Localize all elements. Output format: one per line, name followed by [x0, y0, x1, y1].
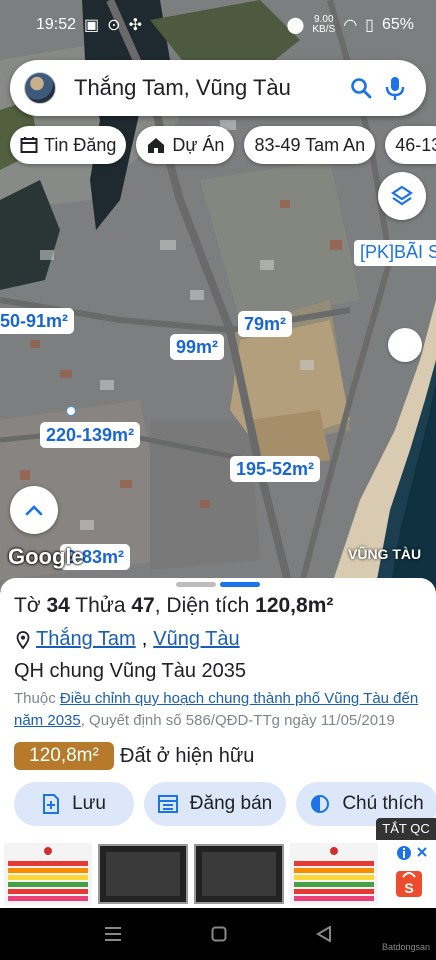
chip-label: Dự Án: [172, 134, 225, 155]
sheet-page-indicator-active: [220, 582, 260, 587]
save-button[interactable]: Lưu: [14, 782, 134, 826]
search-input[interactable]: Thắng Tam, Vũng Tàu: [74, 75, 344, 101]
plan-description: Thuộc Điều chỉnh quy hoạch chung thành p…: [14, 688, 434, 732]
ward-link[interactable]: Thắng Tam: [36, 628, 136, 651]
chip-du-an[interactable]: Dự Án: [136, 126, 235, 164]
net-speed: 9.00 KB/S: [312, 15, 335, 35]
net-speed-unit: KB/S: [312, 24, 336, 35]
area-label[interactable]: 79m²: [238, 311, 293, 337]
post-sale-label: Đăng bán: [189, 793, 273, 814]
city-link[interactable]: Vũng Tàu: [153, 628, 239, 651]
sync-icon: ⊙: [107, 17, 121, 34]
chip-label: 83-49 Tam An: [254, 134, 366, 155]
status-time: 19:52: [36, 16, 77, 33]
app-icon: ✣: [128, 17, 142, 34]
notification-icon: ▣: [84, 17, 100, 34]
area-label-text: Diện tích: [166, 594, 250, 617]
chip-tin-dang[interactable]: Tin Đăng: [10, 126, 127, 164]
menu-icon[interactable]: [104, 926, 122, 942]
land-use-row: 120,8m² Đất ở hiện hữu: [14, 742, 254, 770]
ad-product-image[interactable]: [290, 843, 378, 905]
expand-up-button[interactable]: [10, 486, 58, 534]
chevron-up-icon: [25, 505, 43, 516]
area-label[interactable]: 220-139m²: [40, 422, 141, 448]
close-icon[interactable]: [417, 847, 427, 857]
search-icon[interactable]: [344, 71, 378, 105]
list-post-icon: [157, 795, 178, 813]
battery-level: 65%: [381, 16, 414, 33]
land-type-label: Đất ở hiện hữu: [120, 744, 255, 767]
shopee-icon: S: [396, 871, 422, 897]
chip-label: 46-13: [395, 134, 436, 155]
area-label[interactable]: 50-91m²: [0, 308, 75, 334]
watermark: Batdongsan: [381, 942, 430, 952]
plan-prefix: Thuộc: [14, 690, 56, 707]
action-buttons: Lưu Đăng bán Chú thích: [14, 782, 436, 826]
save-label: Lưu: [72, 793, 106, 814]
sheet-number: 34: [46, 594, 70, 617]
plan-title: QH chung Vũng Tàu 2035: [14, 660, 247, 682]
poi-label-pk[interactable]: [PK]BÃI S: [354, 240, 436, 266]
ad-shop-area[interactable]: S: [384, 843, 434, 905]
legend-label: Chú thích: [342, 793, 424, 814]
close-ad-button[interactable]: TẮT QC: [376, 818, 436, 840]
info-icon[interactable]: [397, 846, 411, 860]
search-bar[interactable]: Thắng Tam, Vũng Tàu: [10, 60, 426, 116]
ad-price-table-graphic: [294, 847, 374, 901]
calendar-icon: [20, 137, 38, 153]
parcel-info-sheet: Tờ 34 Thửa 47, Diện tích 120,8m² Thắng T…: [0, 578, 436, 840]
ad-product-image[interactable]: [4, 843, 92, 905]
map-point-marker[interactable]: [66, 406, 76, 416]
save-plus-icon: [43, 794, 60, 814]
house-icon: [148, 138, 165, 153]
plan-decision: , Quyết định số 586/QĐD-TTg ngày 11/05/2…: [80, 712, 395, 729]
parcel-title: Tờ 34 Thửa 47, Diện tích 120,8m²: [14, 594, 334, 617]
title-prefix: Tờ: [14, 594, 41, 617]
location-icon: ⬤: [286, 17, 305, 34]
sheet-page-indicator: [176, 582, 216, 587]
ad-price-table-graphic: [8, 847, 88, 901]
google-logo: Google: [8, 544, 84, 569]
land-area-badge: 120,8m²: [14, 742, 114, 770]
avatar[interactable]: [24, 72, 56, 104]
wifi-icon: ◠: [343, 17, 358, 34]
area-label[interactable]: 195-52m²: [230, 456, 321, 482]
chip-tam-an[interactable]: 83-49 Tam An: [244, 126, 376, 164]
area-value: 120,8m²: [255, 594, 334, 617]
map-pin-icon: [16, 630, 30, 649]
ad-laptop-image[interactable]: [194, 844, 284, 904]
system-nav-bar: Batdongsan: [0, 908, 436, 960]
ad-banner[interactable]: S: [0, 840, 436, 908]
layers-icon: [391, 185, 413, 206]
home-icon[interactable]: [211, 926, 227, 942]
city-label: VŨNG TÀU: [348, 546, 422, 562]
mic-icon[interactable]: [378, 71, 412, 105]
legend-icon: [311, 795, 330, 813]
plot-number: 47: [131, 594, 155, 617]
plot-label: Thửa: [75, 594, 126, 617]
chip-label: Tin Đăng: [44, 134, 117, 155]
back-icon[interactable]: [315, 926, 332, 942]
status-bar: 19:52 ▣ ⊙ ✣ ⬤ 9.00 KB/S ◠ ▯ 65%: [0, 0, 436, 50]
post-sale-button[interactable]: Đăng bán: [144, 782, 286, 826]
ad-laptop-image[interactable]: [98, 844, 188, 904]
filter-chips: Tin Đăng Dự Án 83-49 Tam An 46-13: [10, 126, 436, 166]
battery-icon: ▯: [365, 17, 374, 34]
chip-46-13[interactable]: 46-13: [385, 126, 436, 164]
area-label[interactable]: 99m²: [170, 334, 225, 360]
map-view[interactable]: 19:52 ▣ ⊙ ✣ ⬤ 9.00 KB/S ◠ ▯ 65% Thắng Ta…: [0, 0, 436, 590]
map-side-button[interactable]: [388, 328, 422, 362]
location-row: Thắng Tam, Vũng Tàu: [16, 628, 240, 651]
sheet-handle[interactable]: [176, 582, 260, 587]
layers-button[interactable]: [378, 172, 426, 220]
svg-text:S: S: [404, 880, 413, 896]
